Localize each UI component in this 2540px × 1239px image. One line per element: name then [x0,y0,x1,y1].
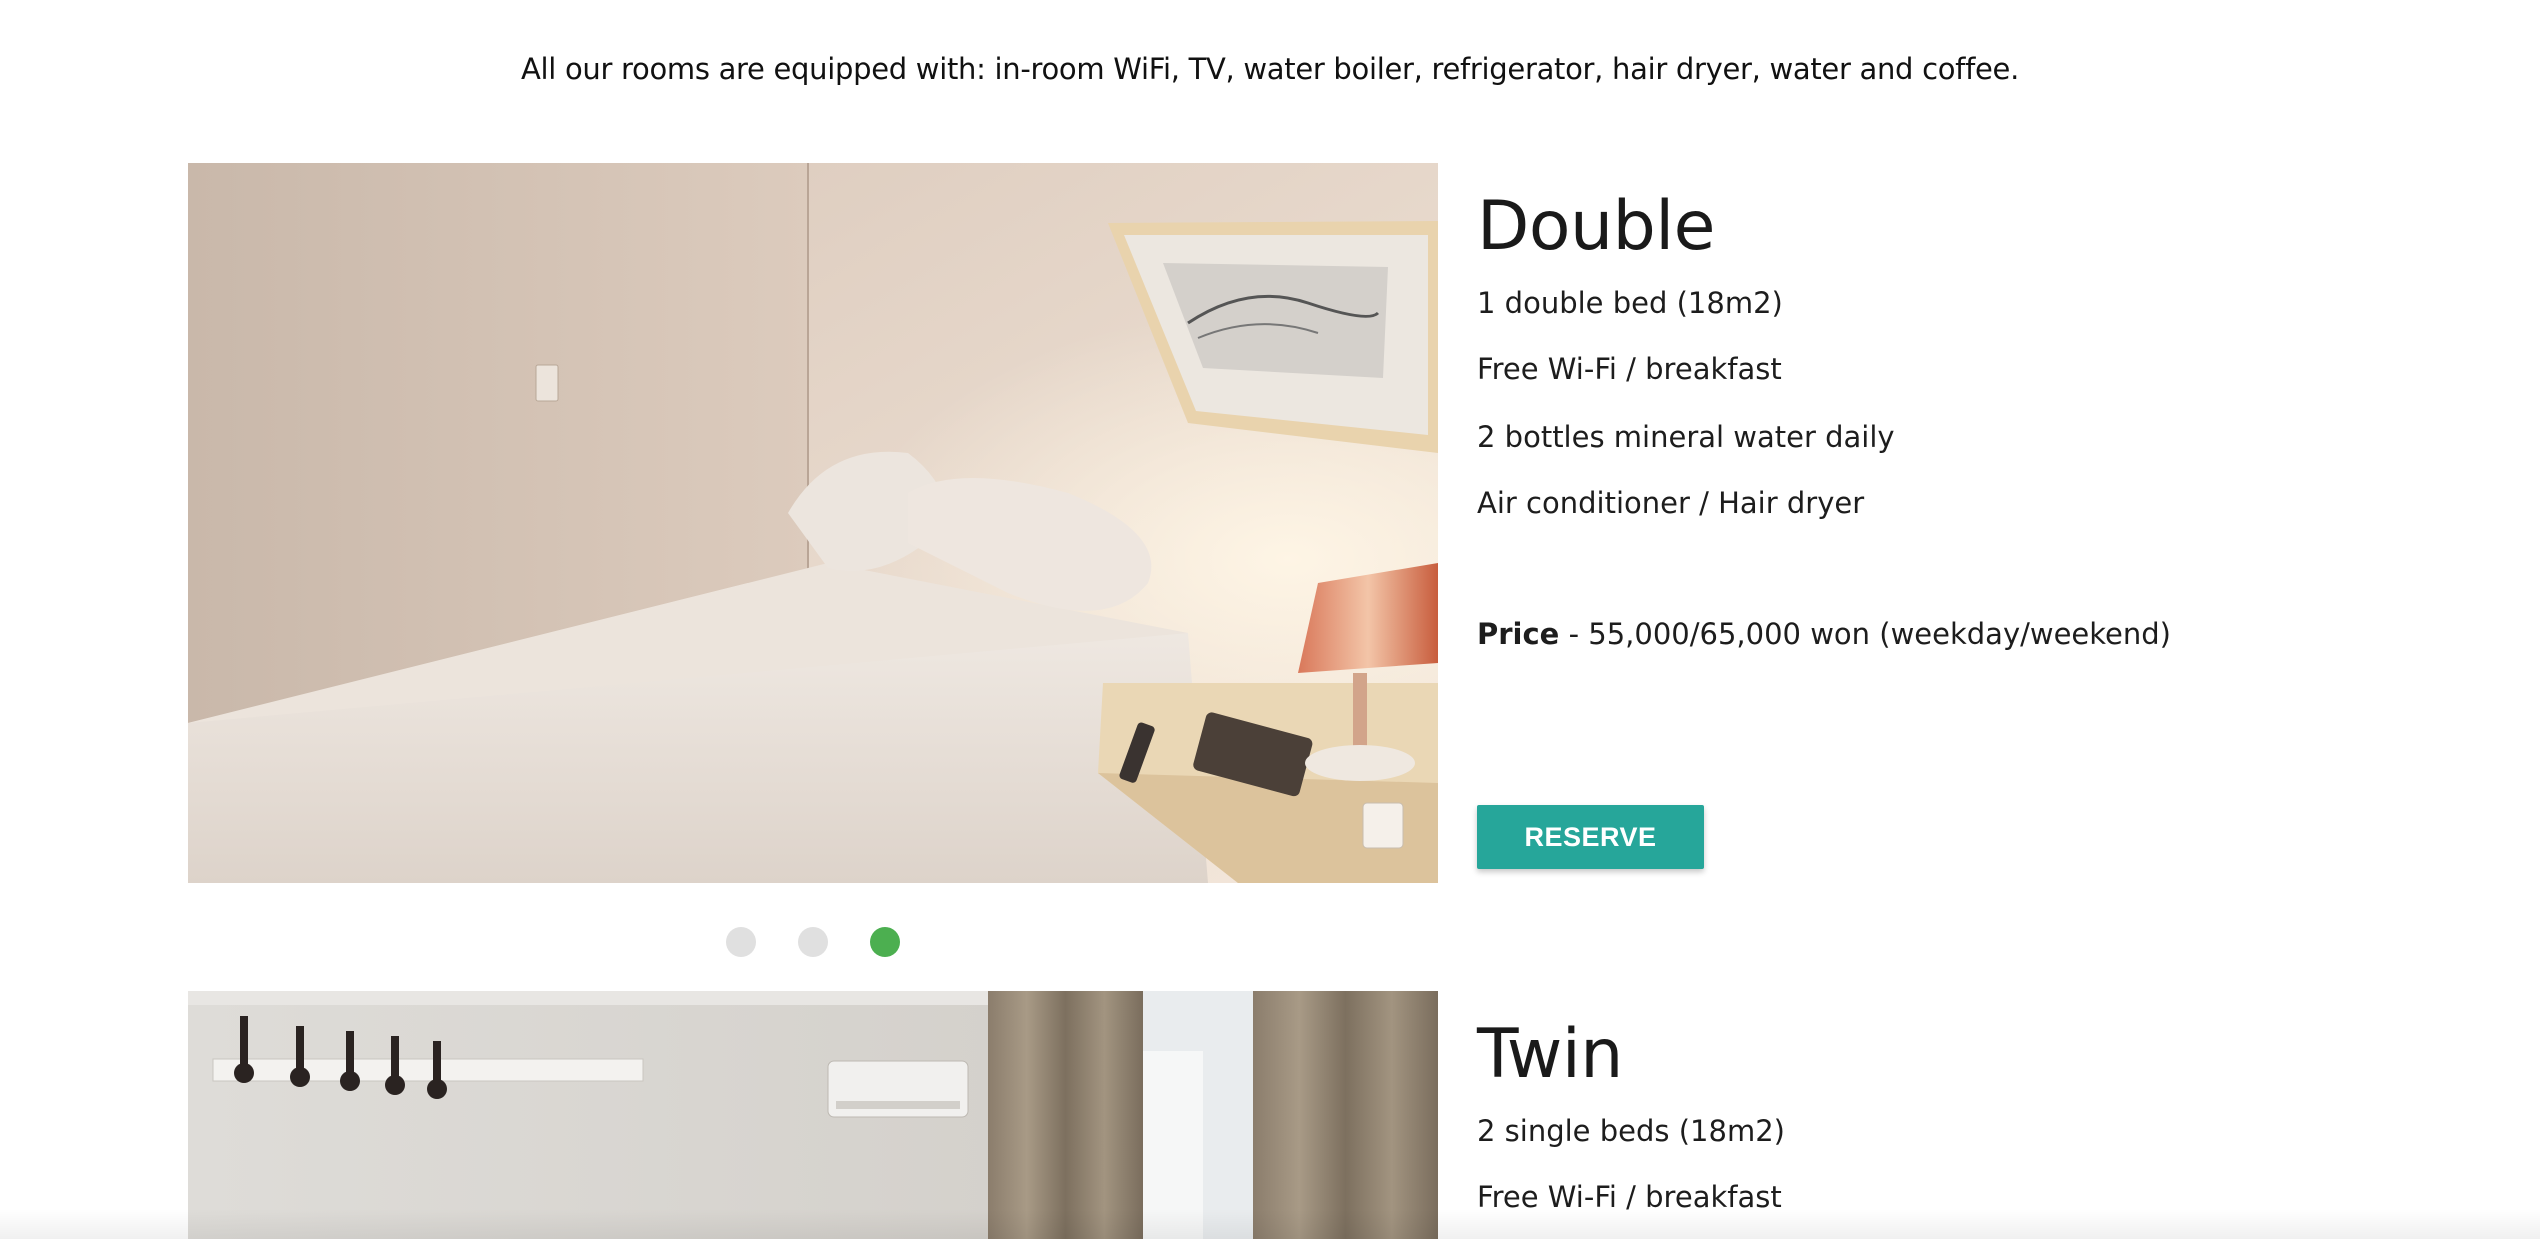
carousel-dot-1[interactable] [726,927,756,957]
carousel-dot-3-active[interactable] [870,927,900,957]
room-title: Double [1477,187,1715,266]
room-photo-image [188,163,1438,883]
rooms-page: All our rooms are equipped with: in-room… [0,0,2540,1239]
room-feature-bed: 2 single beds (18m2) [1477,1114,1785,1148]
price-label: Price [1477,617,1560,651]
room-feature-bed: 1 double bed (18m2) [1477,286,1783,320]
room-title: Twin [1477,1015,1623,1094]
room-photo-image [188,991,1438,1239]
room-feature-wifi: Free Wi-Fi / breakfast [1477,1180,1782,1214]
room-feature-wifi: Free Wi-Fi / breakfast [1477,352,1782,386]
carousel-dot-2[interactable] [798,927,828,957]
room-photo-double[interactable] [188,163,1438,883]
photo-carousel-dots [188,927,1438,959]
room-photo-twin[interactable] [188,991,1438,1239]
room-info-double: Double 1 double bed (18m2) Free Wi-Fi / … [1477,163,2377,869]
rooms-intro-text: All our rooms are equipped with: in-room… [521,52,2019,86]
room-feature-aircon: Air conditioner / Hair dryer [1477,486,1865,520]
room-price: Price - 55,000/65,000 won (weekday/weeke… [1477,614,2171,654]
price-value: - 55,000/65,000 won (weekday/weekend) [1559,617,2171,651]
room-info-twin: Twin 2 single beds (18m2) Free Wi-Fi / b… [1477,991,2377,1214]
reserve-button[interactable]: RESERVE [1477,805,1704,869]
room-feature-water: 2 bottles mineral water daily [1477,420,1895,454]
